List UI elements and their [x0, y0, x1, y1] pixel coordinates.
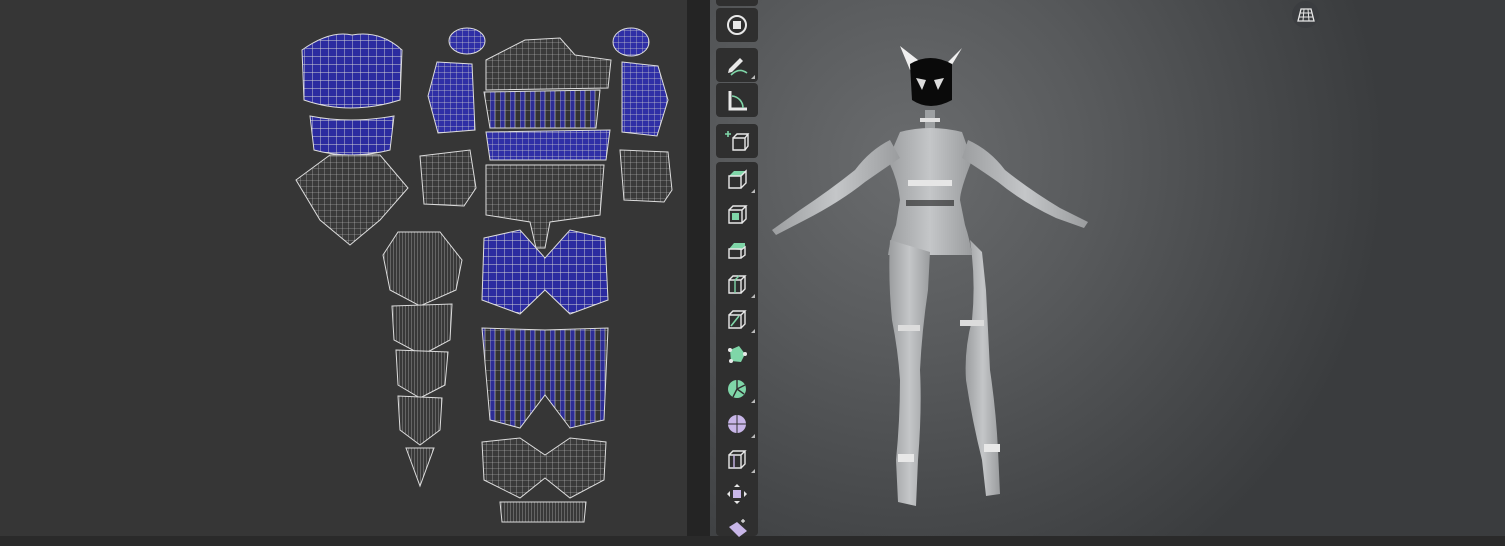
- extrude-icon: [728, 169, 747, 189]
- loop-cut-icon: [728, 275, 747, 294]
- spin-tool[interactable]: [716, 372, 758, 406]
- draw-tool[interactable]: [716, 48, 758, 82]
- inset-faces-tool[interactable]: [716, 197, 758, 231]
- uv-island[interactable]: [612, 27, 650, 57]
- tool-shelf: [716, 0, 759, 537]
- character-left-leg: [889, 240, 930, 506]
- uv-island[interactable]: [295, 154, 409, 246]
- knife-tool[interactable]: [716, 302, 758, 336]
- shear-icon: [729, 519, 747, 537]
- uv-island[interactable]: [395, 349, 449, 399]
- character-right-arm: [962, 140, 1088, 228]
- ruler-angle-icon: [728, 91, 747, 111]
- character-head-mask: [900, 46, 962, 106]
- uv-island[interactable]: [397, 395, 443, 446]
- target-square-icon: [727, 15, 747, 35]
- character-torso: [888, 128, 972, 255]
- uv-island[interactable]: [301, 33, 403, 109]
- extrude-region-tool[interactable]: [716, 162, 758, 196]
- grid-perspective-icon: [1296, 7, 1315, 22]
- character-right-leg: [965, 240, 1000, 496]
- select-tool[interactable]: [716, 8, 758, 42]
- uv-island[interactable]: [619, 149, 673, 203]
- viewport-grid-toggle[interactable]: [1292, 1, 1319, 28]
- spin-icon: [728, 380, 746, 398]
- uv-island[interactable]: [419, 149, 477, 207]
- uv-island[interactable]: [481, 437, 607, 499]
- pencil-curve-icon: [728, 58, 748, 76]
- uv-island[interactable]: [621, 61, 669, 137]
- bevel-icon: [728, 243, 746, 259]
- loop-cut-tool[interactable]: [716, 267, 758, 301]
- add-cube-tool[interactable]: [716, 124, 758, 158]
- toolbar-top-edge: [716, 0, 758, 6]
- uv-island[interactable]: [309, 115, 395, 156]
- knife-icon: [728, 310, 747, 329]
- shear-tool[interactable]: [716, 512, 758, 546]
- inset-icon: [728, 205, 748, 224]
- uv-editor[interactable]: [0, 0, 687, 536]
- uv-island[interactable]: [391, 303, 453, 356]
- area-split-divider[interactable]: [687, 0, 710, 536]
- poly-build-tool[interactable]: [716, 337, 758, 371]
- shrink-fatten-tool[interactable]: [716, 477, 758, 511]
- uv-island[interactable]: [481, 327, 609, 429]
- bevel-tool[interactable]: [716, 232, 758, 266]
- uv-island[interactable]: [483, 89, 601, 129]
- uv-island[interactable]: [485, 129, 611, 161]
- add-cube-icon: [725, 131, 750, 151]
- uv-island[interactable]: [485, 37, 612, 91]
- uv-island[interactable]: [499, 501, 587, 523]
- uv-island-canvas[interactable]: [0, 0, 687, 536]
- uv-island[interactable]: [448, 27, 486, 55]
- shrink-fatten-icon: [727, 484, 747, 504]
- uv-island[interactable]: [382, 231, 463, 307]
- character-left-arm: [772, 140, 900, 235]
- uv-island[interactable]: [427, 61, 476, 134]
- measure-tool[interactable]: [716, 83, 758, 117]
- edge-slide-icon: [728, 450, 747, 469]
- edge-slide-tool[interactable]: [716, 442, 758, 476]
- uv-island[interactable]: [405, 447, 435, 488]
- character-model[interactable]: [760, 40, 1100, 520]
- poly-build-icon: [728, 346, 747, 363]
- smooth-tool[interactable]: [716, 407, 758, 441]
- smooth-sphere-icon: [728, 415, 746, 433]
